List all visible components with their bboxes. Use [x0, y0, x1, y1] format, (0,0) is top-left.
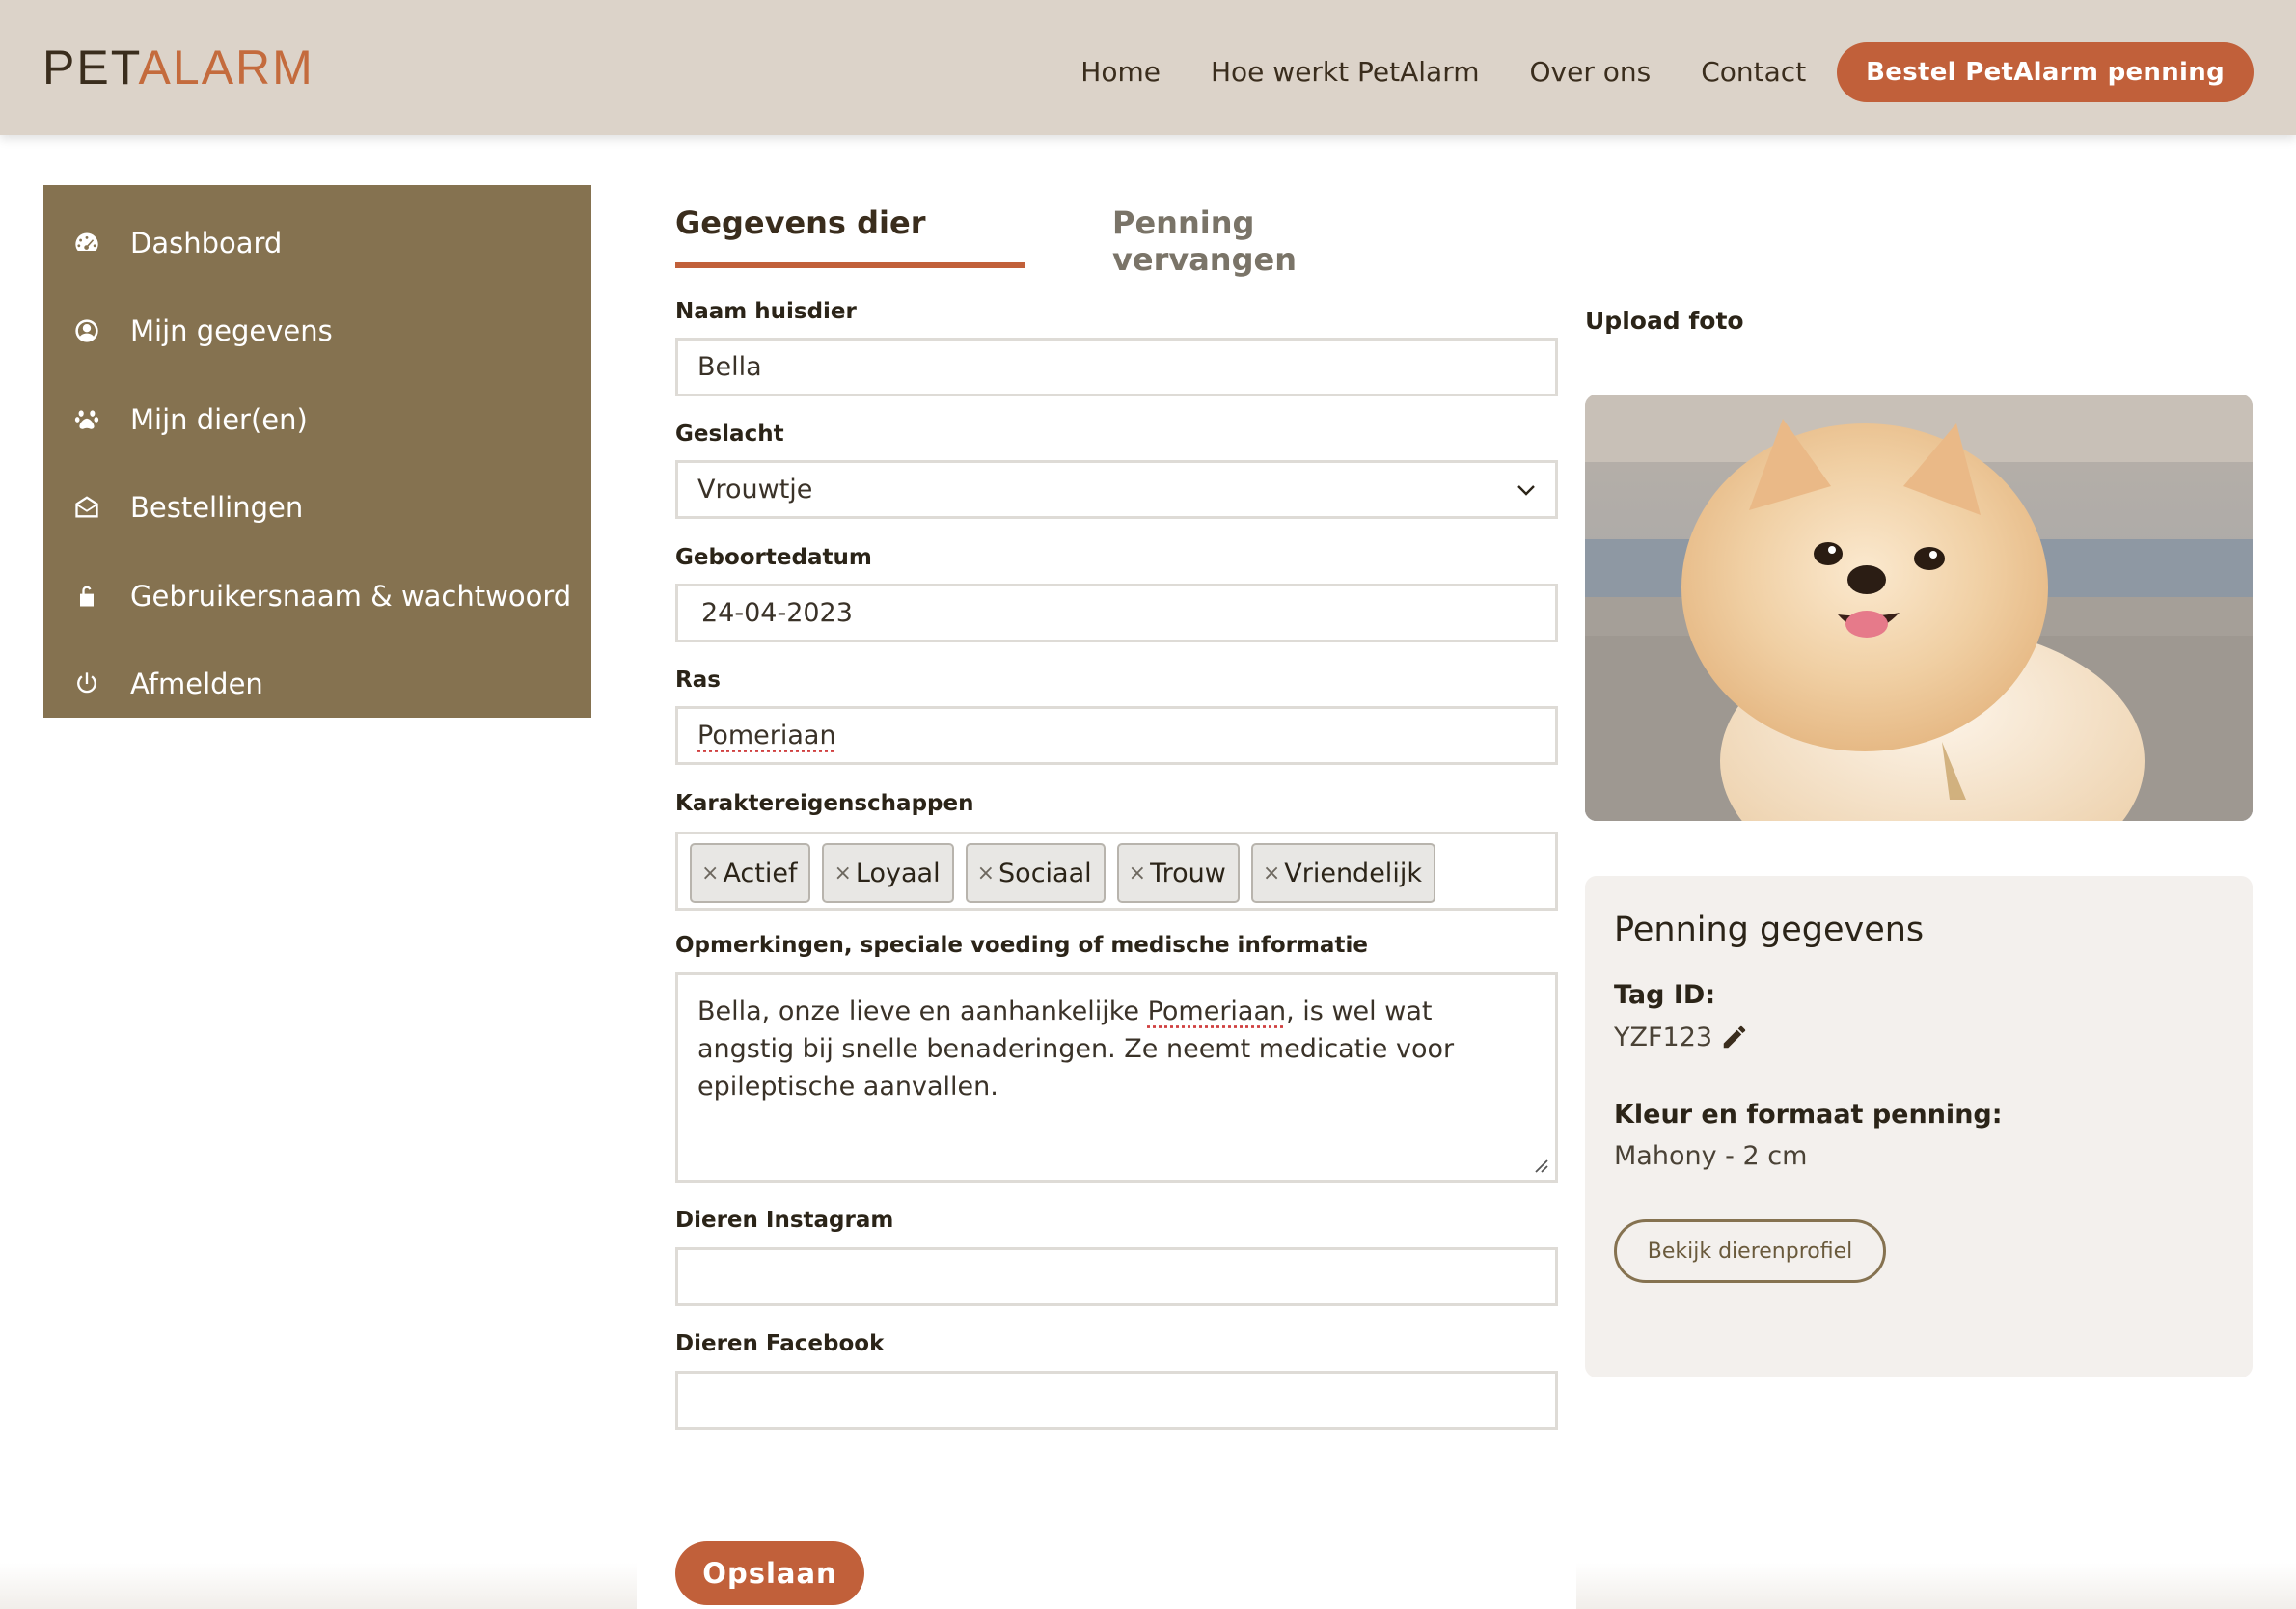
tag-id-value: YZF123	[1614, 1023, 1713, 1052]
sidebar-item-label: Mijn dier(en)	[130, 402, 308, 436]
notes-textarea[interactable]: Bella, onze lieve en aanhankelijke Pomer…	[675, 972, 1558, 1183]
tab-gegevens-dier[interactable]: Gegevens dier	[675, 205, 925, 241]
dashboard-gauge-icon	[70, 227, 103, 259]
nav-contact[interactable]: Contact	[1701, 42, 1806, 102]
gender-select[interactable]: Vrouwtje	[675, 460, 1558, 519]
pet-name-input[interactable]: Bella	[675, 338, 1558, 396]
instagram-label: Dieren Instagram	[675, 1208, 894, 1233]
remove-tag-icon[interactable]: ×	[1263, 861, 1280, 886]
view-pet-profile-button[interactable]: Bekijk dierenprofiel	[1614, 1219, 1886, 1283]
remove-tag-icon[interactable]: ×	[977, 861, 995, 886]
tag-size-label: Kleur en formaat penning:	[1614, 1100, 2003, 1130]
sidebar-item-label: Bestellingen	[130, 491, 304, 525]
traits-tag-input[interactable]: × Actief × Loyaal × Sociaal × Trouw × Vriende…	[675, 832, 1558, 911]
trait-tag-label: Vriendelijk	[1284, 858, 1422, 888]
sidebar-item-label: Mijn gegevens	[130, 314, 333, 348]
birthdate-value: 24-04-2023	[701, 598, 853, 628]
chevron-down-icon	[1517, 485, 1535, 496]
nav-hoe-werkt[interactable]: Hoe werkt PetAlarm	[1211, 42, 1480, 102]
pet-photo[interactable]	[1585, 395, 2253, 821]
main-nav: Home Hoe werkt PetAlarm Over ons Contact…	[1080, 42, 2254, 102]
facebook-input[interactable]	[675, 1371, 1558, 1430]
unlock-icon	[70, 580, 103, 613]
tag-id-label: Tag ID:	[1614, 980, 1716, 1010]
notes-text: Bella, onze lieve en aanhankelijke	[697, 996, 1148, 1026]
sidebar-item-dashboard[interactable]: Dashboard	[43, 199, 591, 287]
sidebar-item-mijn-gegevens[interactable]: Mijn gegevens	[43, 287, 591, 376]
remove-tag-icon[interactable]: ×	[834, 861, 851, 886]
trait-tag-label: Sociaal	[998, 858, 1092, 888]
power-icon	[70, 668, 103, 700]
sidebar-item-label: Afmelden	[130, 668, 263, 701]
upload-photo-label: Upload foto	[1585, 307, 1744, 335]
facebook-label: Dieren Facebook	[675, 1331, 885, 1356]
sidebar-item-label: Dashboard	[130, 226, 283, 259]
envelope-open-icon	[70, 491, 103, 524]
pet-name-label: Naam huisdier	[675, 299, 857, 324]
trait-tag[interactable]: × Vriendelijk	[1250, 843, 1435, 903]
site-header: PETALARM Home Hoe werkt PetAlarm Over on…	[0, 0, 2296, 135]
tab-penning-vervangen[interactable]: Penning vervangen	[1112, 205, 1447, 278]
trait-tag-label: Loyaal	[855, 858, 941, 888]
tag-details-card: Penning gegevens Tag ID: YZF123 Kleur en…	[1585, 876, 2253, 1377]
sidebar-item-mijn-dieren[interactable]: Mijn dier(en)	[43, 375, 591, 464]
petalarm-logo[interactable]: PETALARM	[42, 39, 314, 96]
account-sidebar: Dashboard Mijn gegevens Mijn dier(en) Be…	[43, 185, 591, 718]
breed-label: Ras	[675, 668, 721, 693]
trait-tag[interactable]: × Trouw	[1116, 843, 1240, 903]
pencil-icon[interactable]	[1720, 1023, 1749, 1051]
sidebar-item-label: Gebruikersnaam & wachtwoord	[130, 579, 572, 613]
gender-value: Vrouwtje	[697, 475, 813, 505]
trait-tag[interactable]: × Loyaal	[822, 843, 954, 903]
trait-tag[interactable]: × Sociaal	[965, 843, 1106, 903]
save-button[interactable]: Opslaan	[675, 1541, 864, 1605]
card-title: Penning gegevens	[1614, 911, 1925, 949]
breed-input[interactable]: Pomeriaan	[675, 706, 1558, 765]
order-tag-button[interactable]: Bestel PetAlarm penning	[1837, 42, 2254, 102]
birthdate-input[interactable]: 24-04-2023	[675, 584, 1558, 642]
sidebar-item-wachtwoord[interactable]: Gebruikersnaam & wachtwoord	[43, 552, 591, 641]
resize-handle-icon[interactable]	[1532, 1157, 1549, 1174]
breed-value: Pomeriaan	[697, 721, 836, 750]
trait-tag-label: Actief	[723, 858, 798, 888]
birthdate-label: Geboortedatum	[675, 545, 872, 570]
instagram-input[interactable]	[675, 1247, 1558, 1306]
pomeranian-photo-image	[1585, 395, 2253, 821]
sidebar-item-bestellingen[interactable]: Bestellingen	[43, 464, 591, 553]
gender-label: Geslacht	[675, 422, 784, 447]
logo-alarm: ALARM	[138, 41, 314, 95]
paw-icon	[70, 403, 103, 436]
pet-tabs: Gegevens dier Penning vervangen	[675, 205, 1447, 278]
active-tab-indicator	[675, 262, 1025, 268]
remove-tag-icon[interactable]: ×	[1129, 861, 1146, 886]
sidebar-item-afmelden[interactable]: Afmelden	[43, 641, 591, 729]
trait-tag[interactable]: × Actief	[690, 843, 811, 903]
logo-pet: PET	[42, 41, 139, 95]
trait-tag-label: Trouw	[1150, 858, 1226, 888]
notes-label: Opmerkingen, speciale voeding of medisch…	[675, 933, 1368, 958]
nav-over-ons[interactable]: Over ons	[1530, 42, 1652, 102]
remove-tag-icon[interactable]: ×	[701, 861, 719, 886]
traits-label: Karaktereigenschappen	[675, 791, 974, 816]
pet-name-value: Bella	[697, 352, 762, 382]
tag-size-value: Mahony - 2 cm	[1614, 1141, 1808, 1171]
user-circle-icon	[70, 314, 103, 347]
nav-home[interactable]: Home	[1080, 42, 1161, 102]
notes-text-misspelled: Pomeriaan	[1147, 996, 1287, 1026]
